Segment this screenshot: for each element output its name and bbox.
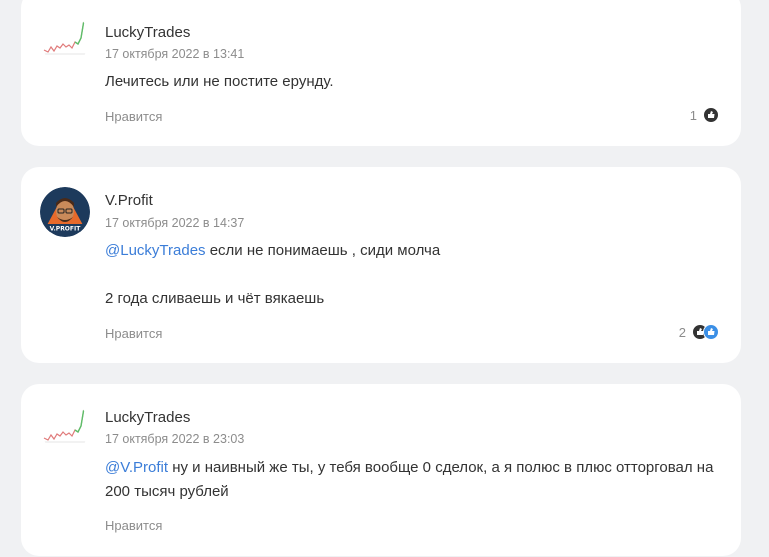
comment-author[interactable]: V.Profit — [105, 192, 153, 209]
reactions-count: 2 — [678, 324, 686, 340]
reaction-icon — [703, 107, 719, 123]
avatar-label: V.PROFIT — [50, 226, 82, 233]
mention-link[interactable]: @V.Profit — [105, 459, 168, 476]
comment-text-body: ну и наивный же ты, у тебя вообще 0 сдел… — [105, 459, 714, 500]
man-avatar-icon[interactable]: V.PROFIT — [40, 187, 90, 237]
comment-card: LuckyTrades 17 октября 2022 в 13:41 Лечи… — [21, 0, 741, 146]
comment-date[interactable]: 17 октября 2022 в 13:41 — [105, 47, 244, 61]
comment-text: @V.Profit ну и наивный же ты, у тебя воо… — [105, 456, 720, 504]
like-button[interactable]: Нравится — [105, 109, 162, 124]
comment-card: LuckyTrades 17 октября 2022 в 23:03 @V.P… — [21, 384, 741, 556]
comment-card: V.PROFIT V.Profit 17 октября 2022 в 14:3… — [21, 167, 741, 363]
comment-text-line: если не понимаешь , сиди молча — [205, 242, 441, 259]
reactions[interactable]: 2 — [679, 324, 719, 340]
thumbs-up-icon — [703, 324, 719, 340]
comment-text: @LuckyTrades если не понимаешь , сиди мо… — [105, 239, 720, 263]
chart-avatar-icon[interactable] — [40, 14, 90, 64]
comment-text: Лечитесь или не постите ерунду. — [105, 73, 334, 90]
comment-date[interactable]: 17 октября 2022 в 23:03 — [105, 432, 244, 446]
reactions[interactable]: 1 — [690, 107, 719, 123]
comment-date[interactable]: 17 октября 2022 в 14:37 — [105, 216, 244, 230]
comment-author[interactable]: LuckyTrades — [105, 24, 190, 41]
like-button[interactable]: Нравится — [105, 326, 162, 341]
like-button[interactable]: Нравится — [105, 518, 162, 533]
comment-text: 2 года сливаешь и чёт вякаешь — [105, 290, 325, 307]
reactions-count: 1 — [689, 107, 697, 123]
chart-avatar-icon[interactable] — [40, 402, 90, 452]
comment-author[interactable]: LuckyTrades — [105, 409, 190, 426]
mention-link[interactable]: @LuckyTrades — [105, 242, 206, 259]
